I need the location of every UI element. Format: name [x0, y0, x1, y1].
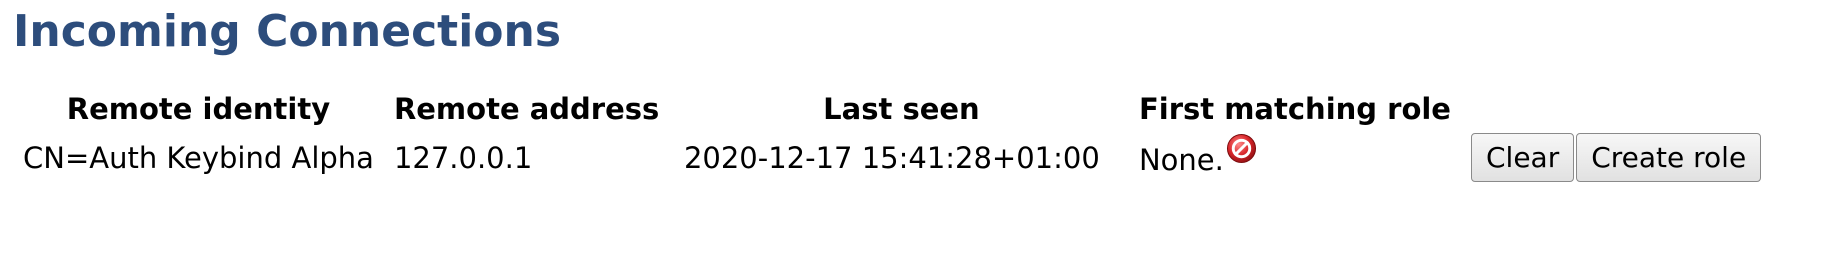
no-entry-icon: [1226, 133, 1257, 164]
column-header-first-matching-role: First matching role: [1138, 92, 1451, 126]
last-seen-cell: 2020-12-17 15:41:28+01:00: [683, 140, 1100, 175]
create-role-button[interactable]: Create role: [1576, 133, 1762, 182]
first-matching-role-cell: None.: [1129, 133, 1461, 182]
page-title: Incoming Connections: [13, 6, 562, 57]
clear-button[interactable]: Clear: [1470, 133, 1575, 182]
actions-cell: Clear Create role: [1461, 133, 1801, 182]
column-header-remote-address: Remote address: [393, 92, 660, 126]
table-header-row: Remote identity Remote address Last seen…: [13, 85, 1801, 133]
column-header-last-seen: Last seen: [823, 92, 980, 126]
connections-table: Remote identity Remote address Last seen…: [13, 85, 1801, 182]
role-status: None.: [1138, 133, 1257, 177]
remote-address-cell: 127.0.0.1: [393, 140, 533, 175]
column-header-remote-identity: Remote identity: [66, 92, 331, 126]
role-status-text: None.: [1138, 142, 1224, 177]
table-row: CN=Auth Keybind Alpha 127.0.0.1 2020-12-…: [13, 133, 1801, 182]
remote-identity-cell: CN=Auth Keybind Alpha: [23, 140, 374, 175]
column-header-actions: [1461, 85, 1801, 133]
